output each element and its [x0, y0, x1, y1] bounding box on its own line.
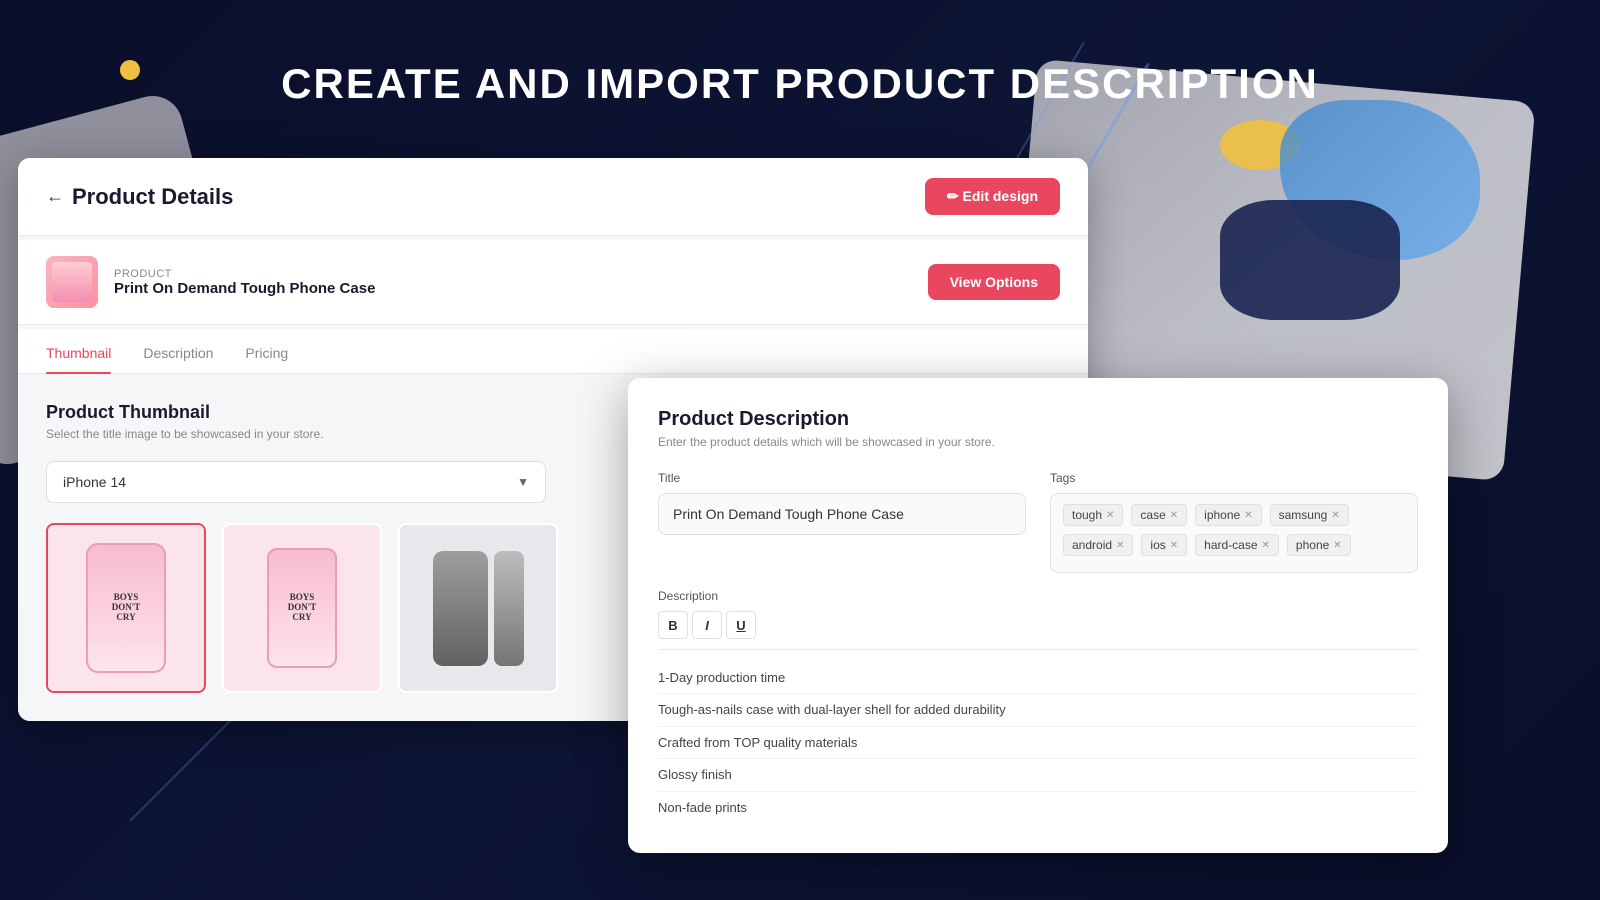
- description-list-item: 1-Day production time: [658, 662, 1418, 694]
- product-description-panel: Product Description Enter the product de…: [628, 378, 1448, 853]
- back-nav[interactable]: ← Product Details: [46, 184, 233, 210]
- tags-container: tough✕ case✕ iphone✕ samsung✕ android✕ ios✕ ha…: [1050, 493, 1418, 573]
- tag-remove-icon[interactable]: ✕: [1262, 540, 1270, 551]
- bg-blob-dark: [1220, 200, 1400, 320]
- dropdown-value: iPhone 14: [63, 474, 126, 490]
- product-info-label: Product: [114, 268, 375, 280]
- view-options-button[interactable]: View Options: [928, 264, 1060, 300]
- description-list-item: Glossy finish: [658, 759, 1418, 791]
- italic-button[interactable]: I: [692, 611, 722, 639]
- tag-remove-icon[interactable]: ✕: [1333, 540, 1341, 551]
- title-input[interactable]: [658, 493, 1026, 535]
- form-col-title: Title: [658, 471, 1026, 573]
- title-label: Title: [658, 471, 1026, 485]
- product-thumb-img: [52, 262, 92, 302]
- thumbnail-card-3[interactable]: [398, 523, 558, 693]
- iphone-dropdown[interactable]: iPhone 14 ▼: [46, 461, 546, 503]
- tag-remove-icon[interactable]: ✕: [1106, 510, 1114, 521]
- tab-thumbnail[interactable]: Thumbnail: [46, 329, 111, 373]
- tag-remove-icon[interactable]: ✕: [1170, 510, 1178, 521]
- thumbnail-image-1: BOYSDON'TCRY: [48, 525, 204, 691]
- tag-item: hard-case✕: [1195, 534, 1279, 556]
- tag-remove-icon[interactable]: ✕: [1170, 540, 1178, 551]
- editor-toolbar: B I U: [658, 611, 1418, 650]
- tag-item: phone✕: [1287, 534, 1351, 556]
- description-list-item: Crafted from TOP quality materials: [658, 727, 1418, 759]
- product-info-text: Product Print On Demand Tough Phone Case: [114, 268, 375, 297]
- panel-title: Product Details: [72, 184, 233, 210]
- desc-panel-title: Product Description: [658, 408, 1418, 431]
- product-info-name: Print On Demand Tough Phone Case: [114, 280, 375, 297]
- tag-item: case✕: [1131, 504, 1187, 526]
- product-info-left: Product Print On Demand Tough Phone Case: [46, 256, 375, 308]
- phone-gray-main: [433, 551, 488, 666]
- tabs-bar: Thumbnail Description Pricing: [18, 329, 1088, 374]
- desc-panel-subtitle: Enter the product details which will be …: [658, 435, 1418, 449]
- tag-remove-icon[interactable]: ✕: [1331, 510, 1339, 521]
- panel-header: ← Product Details ✏ Edit design: [18, 158, 1088, 236]
- tab-description[interactable]: Description: [143, 329, 213, 373]
- phone-gray-thin-1: [494, 551, 524, 666]
- tag-item: tough✕: [1063, 504, 1123, 526]
- phone-case-front-2: BOYSDON'TCRY: [267, 548, 337, 668]
- edit-design-button[interactable]: ✏ Edit design: [925, 178, 1060, 215]
- underline-button[interactable]: U: [726, 611, 756, 639]
- tag-remove-icon[interactable]: ✕: [1244, 510, 1252, 521]
- description-editor-section: Description B I U 1-Day production timeT…: [658, 589, 1418, 823]
- tab-pricing[interactable]: Pricing: [245, 329, 288, 373]
- bold-button[interactable]: B: [658, 611, 688, 639]
- form-col-tags: Tags tough✕ case✕ iphone✕ samsung✕ android✕ i…: [1050, 471, 1418, 573]
- page-heading: CREATE AND IMPORT PRODUCT DESCRIPTION: [0, 60, 1600, 108]
- phone-case-front-1: BOYSDON'TCRY: [86, 543, 166, 673]
- thumbnail-card-1[interactable]: BOYSDON'TCRY: [46, 523, 206, 693]
- tag-remove-icon[interactable]: ✕: [1116, 540, 1124, 551]
- form-row-title-tags: Title Tags tough✕ case✕ iphone✕ samsung✕ and…: [658, 471, 1418, 573]
- thumbnail-image-2: BOYSDON'TCRY: [224, 525, 380, 691]
- thumbnail-image-3: [400, 525, 556, 691]
- product-info-bar: Product Print On Demand Tough Phone Case…: [18, 240, 1088, 325]
- tag-item: samsung✕: [1270, 504, 1349, 526]
- tag-item: iphone✕: [1195, 504, 1261, 526]
- thumbnail-card-2[interactable]: BOYSDON'TCRY: [222, 523, 382, 693]
- chevron-down-icon: ▼: [517, 475, 529, 489]
- tag-item: android✕: [1063, 534, 1133, 556]
- tag-item: ios✕: [1141, 534, 1187, 556]
- description-list-item: Non-fade prints: [658, 792, 1418, 823]
- tags-label: Tags: [1050, 471, 1418, 485]
- description-content: 1-Day production timeTough-as-nails case…: [658, 662, 1418, 823]
- product-thumb-small: [46, 256, 98, 308]
- description-list-item: Tough-as-nails case with dual-layer shel…: [658, 694, 1418, 726]
- description-label: Description: [658, 589, 1418, 603]
- back-arrow-icon: ←: [46, 186, 64, 207]
